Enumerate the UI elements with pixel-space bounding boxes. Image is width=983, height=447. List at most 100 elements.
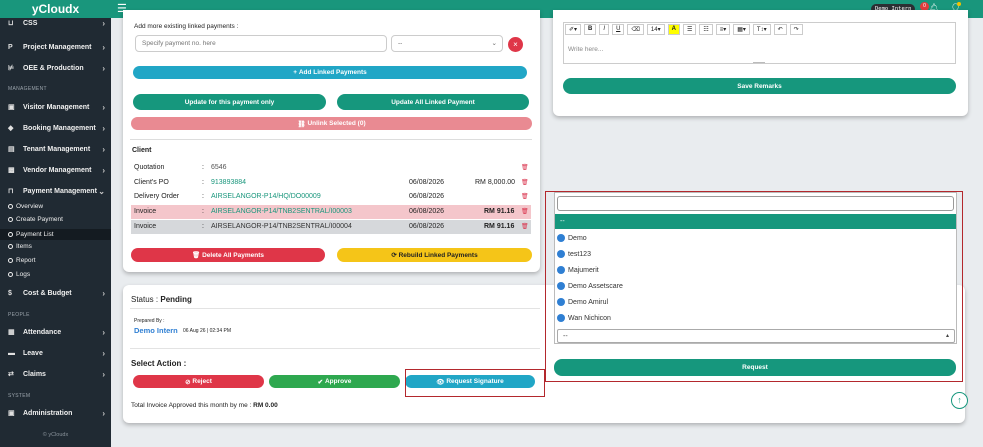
update-all-linked-button[interactable]: Update All Linked Payment bbox=[337, 94, 529, 110]
scroll-top-button[interactable]: ↑ bbox=[951, 392, 968, 409]
request-button[interactable]: Request bbox=[554, 359, 956, 376]
resize-handle[interactable] bbox=[753, 62, 765, 63]
signer-dropdown: -- Demo test123 Majumerit Demo Assetscar… bbox=[554, 192, 957, 344]
italic-icon[interactable]: I bbox=[599, 24, 610, 35]
approve-button[interactable]: ✔ Approve bbox=[269, 375, 400, 388]
list-ul-icon[interactable]: ☰ bbox=[682, 24, 697, 35]
sidebar-item-oee[interactable]: ⊭ OEE & Production › bbox=[0, 58, 111, 78]
circle-icon bbox=[8, 232, 13, 237]
row-value-link[interactable]: AIRSELANGOR-P14/HQ/DO00009 bbox=[211, 193, 321, 200]
sidebar-item-claims[interactable]: ⇄ Claims › bbox=[0, 364, 111, 384]
section-people: PEOPLE bbox=[8, 312, 30, 318]
sidebar-item-booking[interactable]: ◆ Booking Management › bbox=[0, 118, 111, 138]
dropdown-option[interactable]: Wan Nichicon bbox=[557, 314, 611, 322]
text-height-icon[interactable]: T↕▾ bbox=[752, 24, 771, 35]
save-remarks-button[interactable]: Save Remarks bbox=[563, 78, 956, 94]
list-ol-icon[interactable]: ☷ bbox=[699, 24, 713, 35]
row-value-link[interactable]: AIRSELANGOR-P14/TNB2SENTRAL/I00003 bbox=[211, 208, 352, 215]
eraser-icon[interactable]: ⌫ bbox=[627, 24, 644, 35]
trash-icon[interactable]: 🗑︎ bbox=[521, 193, 529, 200]
unlink-selected-button[interactable]: ⛓︎ Unlink Selected (0) bbox=[131, 117, 532, 130]
trash-icon[interactable]: 🗑︎ bbox=[521, 179, 529, 186]
sidebar-item-leave[interactable]: ▬ Leave › bbox=[0, 343, 111, 363]
payment-search-input[interactable] bbox=[135, 35, 387, 52]
building-icon: ▤ bbox=[8, 146, 15, 153]
row-label: Quotation bbox=[134, 164, 165, 171]
sidebar-item-payment[interactable]: ⊓ Payment Management ⌄ bbox=[0, 181, 111, 201]
app-logo[interactable]: yCloudx bbox=[0, 0, 111, 18]
row-amount: RM 91.16 bbox=[484, 223, 515, 230]
add-linked-payments-button[interactable]: + Add Linked Payments bbox=[133, 66, 527, 79]
row-colon: : bbox=[202, 208, 204, 215]
divider bbox=[130, 139, 532, 140]
chevron-down-icon: ⌄ bbox=[98, 186, 105, 196]
dropdown-option[interactable]: Demo bbox=[557, 234, 587, 242]
rebuild-linked-payments-button[interactable]: ⟳ Rebuild Linked Payments bbox=[337, 248, 532, 262]
prepared-date: 06 Aug 26 | 02:34 PM bbox=[183, 328, 232, 334]
remarks-textarea[interactable]: Write here... bbox=[568, 46, 603, 53]
table-icon[interactable]: ▦▾ bbox=[733, 24, 750, 35]
bold-icon[interactable]: B bbox=[584, 24, 597, 35]
undo-icon[interactable]: ↶ bbox=[773, 24, 787, 35]
section-system: SYSTEM bbox=[8, 393, 31, 399]
underline-icon[interactable]: U bbox=[612, 24, 625, 35]
dropdown-option[interactable]: Demo Assetscare bbox=[557, 282, 623, 290]
sidebar-item-attendance[interactable]: ▦ Attendance › bbox=[0, 322, 111, 342]
sidebar-item-visitor[interactable]: ▣ Visitor Management › bbox=[0, 97, 111, 117]
font-size-select[interactable]: 14▾ bbox=[646, 24, 665, 35]
dropdown-option[interactable]: Majumerit bbox=[557, 266, 599, 274]
prepared-by-label: Prepared By : bbox=[134, 318, 165, 324]
css-icon: ⊔ bbox=[8, 20, 14, 27]
trash-icon[interactable]: 🗑︎ bbox=[521, 208, 529, 215]
user-avatar-icon bbox=[557, 250, 565, 258]
admin-icon: ▣ bbox=[8, 410, 15, 417]
chevron-down-icon: ⌄ bbox=[491, 40, 497, 47]
sidebar-sub-payment-list[interactable]: Payment List bbox=[0, 229, 111, 240]
trash-icon[interactable]: 🗑︎ bbox=[521, 164, 529, 171]
row-label: Invoice bbox=[134, 208, 157, 215]
user-avatar-icon bbox=[557, 266, 565, 274]
id-card-icon: ▣ bbox=[8, 104, 15, 111]
dropdown-search-input[interactable] bbox=[557, 196, 954, 211]
update-this-payment-button[interactable]: Update for this payment only bbox=[133, 94, 326, 110]
magic-icon[interactable]: ✐▾ bbox=[565, 24, 582, 35]
delete-all-payments-button[interactable]: 🗑︎ Delete All Payments bbox=[131, 248, 325, 262]
highlight-color-icon[interactable]: A bbox=[667, 24, 680, 35]
align-icon[interactable]: ≡▾ bbox=[715, 24, 731, 35]
dropdown-option-selected[interactable]: -- bbox=[555, 214, 956, 229]
sidebar-sub-logs[interactable]: Logs bbox=[8, 271, 30, 278]
payment-select[interactable]: -- ⌄ bbox=[391, 35, 503, 52]
clear-button[interactable]: × bbox=[508, 37, 523, 52]
preparer-name[interactable]: Demo Intern bbox=[134, 326, 178, 335]
sidebar-sub-create-payment[interactable]: Create Payment bbox=[8, 216, 63, 223]
row-value: 6546 bbox=[211, 164, 227, 171]
sidebar-item-cost-budget[interactable]: $ Cost & Budget › bbox=[0, 283, 111, 303]
trash-icon: 🗑︎ bbox=[192, 252, 203, 259]
total-approved: Total Invoice Approved this month by me … bbox=[131, 402, 278, 409]
trash-icon[interactable]: 🗑︎ bbox=[521, 223, 529, 230]
ban-icon: ⊘ bbox=[185, 378, 193, 386]
cart-icon: ⊓ bbox=[8, 188, 14, 195]
signer-select[interactable]: -- ▴ bbox=[557, 329, 955, 343]
chevron-right-icon: › bbox=[102, 102, 105, 112]
sidebar-item-vendor[interactable]: ▩ Vendor Management › bbox=[0, 160, 111, 180]
chevron-right-icon: › bbox=[102, 42, 105, 52]
sidebar-sub-overview[interactable]: Overview bbox=[8, 203, 43, 210]
chevron-right-icon: › bbox=[102, 348, 105, 358]
sidebar-item-project-management[interactable]: P Project Management › bbox=[0, 37, 111, 57]
reject-button[interactable]: ⊘ Reject bbox=[133, 375, 264, 388]
sidebar-item-tenant[interactable]: ▤ Tenant Management › bbox=[0, 139, 111, 159]
row-value: AIRSELANGOR-P14/TNB2SENTRAL/I00004 bbox=[211, 223, 352, 230]
sidebar-sub-items[interactable]: Items bbox=[8, 243, 32, 250]
dropdown-option[interactable]: Demo Amirul bbox=[557, 298, 608, 306]
select-action-label: Select Action : bbox=[131, 359, 187, 368]
dropdown-option[interactable]: test123 bbox=[557, 250, 591, 258]
sidebar-item-administration[interactable]: ▣ Administration › bbox=[0, 403, 111, 423]
sidebar-sub-report[interactable]: Report bbox=[8, 257, 36, 264]
sidebar-item-css[interactable]: ⊔ CSS › bbox=[0, 17, 111, 29]
row-date: 06/08/2026 bbox=[409, 223, 445, 230]
exchange-icon: ⇄ bbox=[8, 371, 14, 378]
row-value-link[interactable]: 913893884 bbox=[211, 179, 246, 186]
redo-icon[interactable]: ↷ bbox=[789, 24, 803, 35]
circle-icon bbox=[8, 244, 13, 249]
